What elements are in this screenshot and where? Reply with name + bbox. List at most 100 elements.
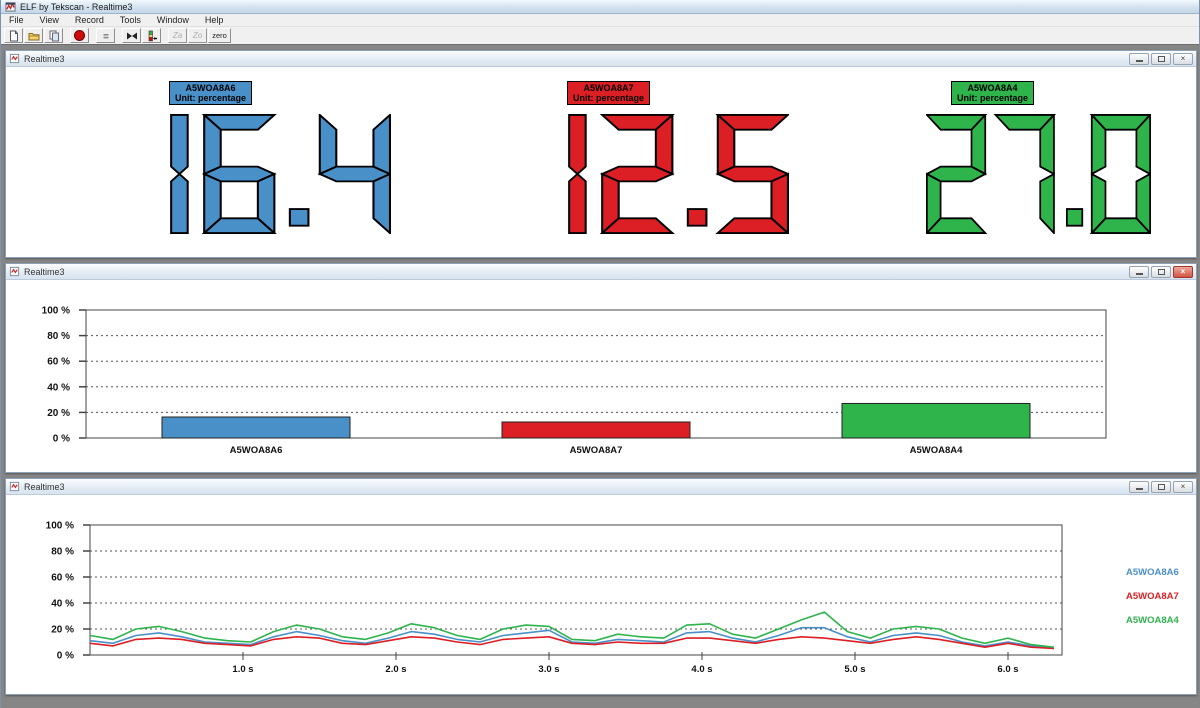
- maximize-button[interactable]: [1151, 266, 1171, 278]
- svg-text:40 %: 40 %: [51, 599, 74, 610]
- window-titlebar[interactable]: Realtime3 ×: [6, 264, 1196, 280]
- line-chart: 0 %20 %40 %60 %80 %100 %1.0 s2.0 s3.0 s4…: [6, 495, 1194, 692]
- sensor-unit: Unit: percentage: [573, 93, 644, 103]
- realtime-window-icon: [9, 481, 20, 492]
- app-title: ELF by Tekscan - Realtime3: [20, 2, 132, 12]
- chart-legend: A5WOA8A6 A5WOA8A7 A5WOA8A4: [1126, 561, 1179, 633]
- sensor-unit: Unit: percentage: [175, 93, 246, 103]
- calibration-button[interactable]: [142, 28, 161, 43]
- svg-text:4.0 s: 4.0 s: [691, 664, 712, 675]
- maximize-icon: [1158, 484, 1165, 490]
- legend-item: A5WOA8A6: [1126, 561, 1179, 585]
- copy-button[interactable]: [44, 28, 63, 43]
- barchart-content: 0 % 20 % 40 % 60 % 80 % 100 % A5WOA8A6 A5WOA8A7…: [6, 280, 1196, 471]
- linechart-content: 0 %20 %40 %60 %80 %100 %1.0 s2.0 s3.0 s4…: [6, 495, 1196, 693]
- window-titlebar[interactable]: Realtime3 ×: [6, 479, 1196, 495]
- bar-chart: 0 % 20 % 40 % 60 % 80 % 100 % A5WOA8A6 A5WOA8A7…: [6, 280, 1194, 470]
- seven-segment-display: [564, 114, 789, 234]
- svg-text:20 %: 20 %: [47, 408, 70, 419]
- realtime-window-icon: [9, 53, 20, 64]
- record-button[interactable]: [70, 28, 89, 43]
- display-group: A5WOA8A6 Unit: percentage: [166, 81, 398, 234]
- minimize-button[interactable]: [1129, 481, 1149, 493]
- close-button[interactable]: ×: [1173, 266, 1193, 278]
- display-group: A5WOA8A7 Unit: percentage: [564, 81, 796, 234]
- maximize-icon: [1158, 269, 1165, 275]
- minimize-button[interactable]: [1129, 266, 1149, 278]
- svg-text:20 %: 20 %: [51, 625, 74, 636]
- maximize-button[interactable]: [1151, 53, 1171, 65]
- svg-text:6.0 s: 6.0 s: [997, 664, 1018, 675]
- copy-icon: [48, 30, 60, 42]
- svg-text:100 %: 100 %: [46, 521, 74, 532]
- minimize-button[interactable]: [1129, 53, 1149, 65]
- mdi-workspace: Realtime3 × A5WOA8A6 Unit: percentage A5…: [1, 45, 1200, 708]
- zero-button[interactable]: zero: [208, 28, 231, 43]
- legend-item: A5WOA8A4: [1126, 609, 1179, 633]
- sensor-unit: Unit: percentage: [957, 93, 1028, 103]
- svg-text:0 %: 0 %: [57, 651, 74, 662]
- child-window-displays: Realtime3 × A5WOA8A6 Unit: percentage A5…: [5, 50, 1197, 258]
- menu-item-help[interactable]: Help: [197, 15, 232, 25]
- close-button[interactable]: ×: [1173, 53, 1193, 65]
- svg-text:1.0 s: 1.0 s: [232, 664, 253, 675]
- tare-a-icon: Za: [173, 32, 182, 40]
- close-icon: ×: [1181, 483, 1186, 491]
- svg-text:100 %: 100 %: [42, 306, 70, 317]
- tare-a-button[interactable]: Za: [168, 28, 187, 43]
- menu-item-view[interactable]: View: [32, 15, 67, 25]
- menu-item-tools[interactable]: Tools: [112, 15, 149, 25]
- menubar: File View Record Tools Window Help: [1, 14, 1199, 27]
- tare-b-button[interactable]: Zo: [188, 28, 207, 43]
- sensor-label-box: A5WOA8A4 Unit: percentage: [951, 81, 1034, 105]
- displays-content: A5WOA8A6 Unit: percentage A5WOA8A7 Unit:…: [6, 67, 1196, 256]
- svg-text:0 %: 0 %: [53, 434, 70, 445]
- minimize-icon: [1136, 488, 1143, 490]
- svg-text:A5WOA8A7: A5WOA8A7: [570, 445, 623, 456]
- window-titlebar[interactable]: Realtime3 ×: [6, 51, 1196, 67]
- open-button[interactable]: [24, 28, 43, 43]
- window-title: Realtime3: [24, 482, 1127, 492]
- sensor-name: A5WOA8A6: [175, 83, 246, 93]
- seven-segment-display: [166, 114, 391, 234]
- sensor-label-box: A5WOA8A6 Unit: percentage: [169, 81, 252, 105]
- svg-text:60 %: 60 %: [51, 573, 74, 584]
- tare-b-icon: Zo: [193, 32, 202, 40]
- close-button[interactable]: ×: [1173, 481, 1193, 493]
- sensor-label-box: A5WOA8A7 Unit: percentage: [567, 81, 650, 105]
- calibration-icon: [146, 30, 158, 42]
- maximize-button[interactable]: [1151, 481, 1171, 493]
- record-icon: [73, 29, 86, 42]
- main-titlebar[interactable]: ELF by Tekscan - Realtime3: [1, 0, 1199, 14]
- stop-icon: [100, 30, 112, 42]
- child-window-linechart: Realtime3 × 0 %20 %40 %60 %80 %100 %1.0 …: [5, 478, 1197, 695]
- svg-text:A5WOA8A6: A5WOA8A6: [230, 445, 283, 456]
- minimize-icon: [1136, 60, 1143, 62]
- display-group: A5WOA8A4 Unit: percentage: [926, 81, 1158, 234]
- toolbar: Za Zo zero: [1, 27, 1199, 45]
- close-icon: ×: [1181, 55, 1186, 63]
- legend-item: A5WOA8A7: [1126, 585, 1179, 609]
- svg-text:40 %: 40 %: [47, 382, 70, 393]
- movie-icon: [126, 30, 138, 42]
- movie-button[interactable]: [122, 28, 141, 43]
- seven-segment-display: [926, 114, 1151, 234]
- window-title: Realtime3: [24, 267, 1127, 277]
- stop-button[interactable]: [96, 28, 115, 43]
- sensor-name: A5WOA8A4: [957, 83, 1028, 93]
- sensor-name: A5WOA8A7: [573, 83, 644, 93]
- svg-text:60 %: 60 %: [47, 357, 70, 368]
- child-window-barchart: Realtime3 × 0 % 20 % 40 % 60 % 80 % 100 % A5WO…: [5, 263, 1197, 473]
- zero-button-label: zero: [212, 32, 227, 39]
- menu-item-file[interactable]: File: [1, 15, 32, 25]
- menu-item-record[interactable]: Record: [67, 15, 112, 25]
- svg-text:80 %: 80 %: [47, 331, 70, 342]
- new-document-button[interactable]: [4, 28, 23, 43]
- minimize-icon: [1136, 273, 1143, 275]
- maximize-icon: [1158, 56, 1165, 62]
- window-title: Realtime3: [24, 54, 1127, 64]
- realtime-window-icon: [9, 266, 20, 277]
- menu-item-window[interactable]: Window: [149, 15, 197, 25]
- new-document-icon: [8, 30, 20, 42]
- svg-text:3.0 s: 3.0 s: [538, 664, 559, 675]
